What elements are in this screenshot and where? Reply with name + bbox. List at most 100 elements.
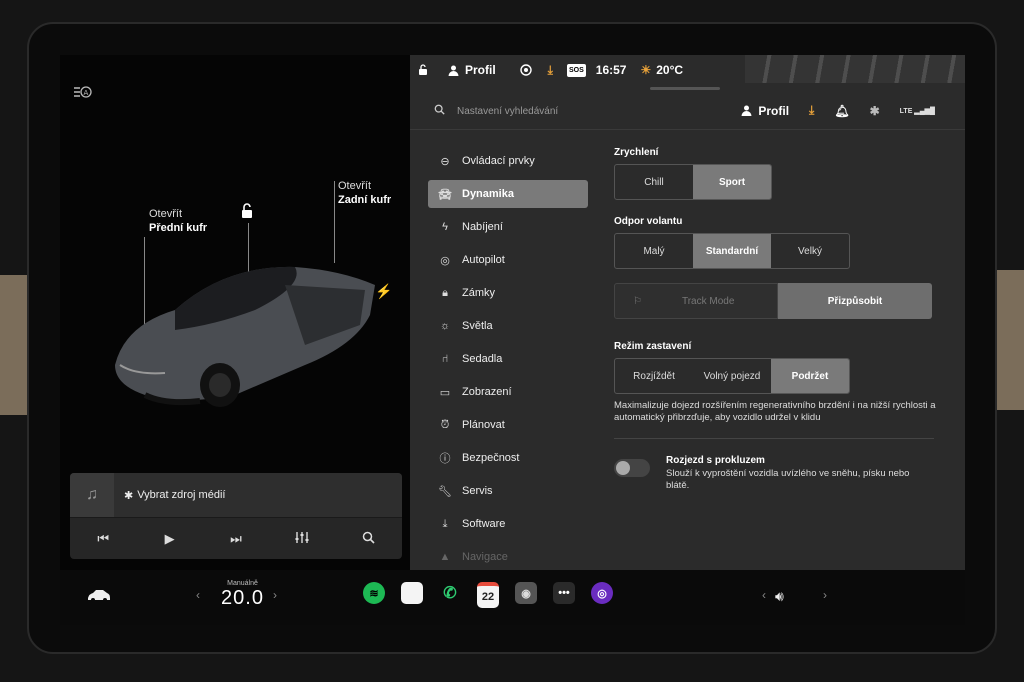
alarm-icon: ⏰︎	[440, 418, 450, 431]
lte-signal-icon: LTE ▂▄▆█	[899, 107, 935, 115]
bottom-dock: ‹ Manuálně 20.0 › ≋ ✆ 22 ◉ ••• ◎ ‹ 🔊︎ ›	[60, 570, 965, 625]
volume-down-icon[interactable]: ‹	[762, 588, 766, 602]
download-icon: ⤓	[442, 517, 448, 530]
lock-icon: 🔒︎	[442, 286, 448, 299]
notes-icon[interactable]	[401, 582, 423, 604]
track-mode-row: ⚐ Track Mode Přizpůsobit	[614, 283, 944, 319]
volume-icon[interactable]: 🔊︎	[775, 588, 784, 605]
play-icon[interactable]: ▶	[150, 531, 190, 547]
slip-start-description: Slouží k vyproštění vozidla uvízlého ve …	[666, 468, 910, 491]
acceleration-selector: Chill Sport	[614, 164, 772, 200]
profile-icon	[741, 105, 752, 116]
header-profile[interactable]: Profil	[741, 104, 789, 118]
svg-text:A: A	[84, 89, 89, 97]
download-icon[interactable]: ⤓	[809, 103, 814, 118]
stopping-mode-selector: Rozjíždět Volný pojezd Podržet	[614, 358, 850, 394]
dynamics-settings: Zrychlení Chill Sport Odpor volantu Malý…	[614, 147, 944, 492]
download-status-icon[interactable]: ⤓	[548, 63, 553, 78]
volume-up-icon[interactable]: ›	[823, 588, 827, 602]
phone-icon[interactable]: ✆	[439, 582, 461, 604]
steering-option-heavy[interactable]: Velký	[771, 234, 849, 268]
profile-icon	[448, 65, 459, 76]
car-icon[interactable]	[86, 587, 112, 608]
temp-increase-icon[interactable]: ›	[273, 588, 277, 602]
menu-item-charging[interactable]: ϟ Nabíjení	[428, 213, 588, 241]
info-icon: ⓘ	[439, 453, 451, 465]
menu-item-schedule[interactable]: ⏰︎ Plánovat	[428, 411, 588, 439]
trunk-callout-line	[334, 181, 335, 263]
menu-item-dynamics[interactable]: 🚘︎ Dynamika	[428, 180, 588, 208]
track-mode-customize-button[interactable]: Přizpůsobit	[778, 283, 932, 319]
settings-search-row: Nastavení vyhledávání Profil ⤓ 🔔︎ ✱ LTE …	[410, 93, 965, 130]
bluetooth-icon: ✱	[124, 489, 134, 502]
previous-icon[interactable]: ⏮	[83, 531, 123, 547]
stopping-option-roll[interactable]: Volný pojezd	[693, 359, 771, 393]
equalizer-icon[interactable]	[282, 531, 322, 547]
status-time: 16:57	[595, 63, 627, 77]
media-search-icon[interactable]	[349, 531, 389, 547]
unlock-status-icon[interactable]	[418, 64, 430, 76]
car-model-image	[115, 266, 375, 407]
stopping-option-creep[interactable]: Rozjíždět	[615, 359, 693, 393]
frunk-callout[interactable]: Otevřít Přední kufr	[149, 207, 207, 235]
menu-item-safety[interactable]: ⓘ Bezpečnost	[428, 444, 588, 472]
camera-icon[interactable]: ◉	[515, 582, 537, 604]
dashboard-wood-right	[996, 270, 1024, 410]
unlock-icon[interactable]	[240, 203, 256, 219]
flag-icon: ⚐	[633, 295, 642, 307]
steering-option-standard[interactable]: Standardní	[693, 234, 771, 268]
status-temperature: 20°C	[656, 63, 684, 77]
wrench-icon: 🔧︎	[438, 485, 452, 498]
navigation-icon: ▲	[439, 551, 451, 563]
menu-item-controls[interactable]: ⊖ Ovládací prvky	[428, 147, 588, 175]
notification-bell-icon[interactable]: 🔔︎	[834, 104, 849, 118]
sun-icon: ☀	[640, 63, 652, 77]
slip-start-toggle[interactable]	[614, 459, 650, 477]
sos-icon[interactable]: SOS	[566, 63, 586, 77]
slip-start-label: Rozjezd s prokluzem	[666, 455, 765, 466]
acceleration-label: Zrychlení	[614, 147, 659, 158]
calendar-icon[interactable]: 22	[477, 582, 499, 608]
target-icon[interactable]	[519, 64, 532, 76]
frunk-label: Přední kufr	[149, 222, 208, 234]
status-profile[interactable]: Profil	[448, 63, 496, 77]
auto-headlights-icon[interactable]: A	[72, 85, 94, 103]
section-divider	[614, 438, 934, 439]
climate-mode-label: Manuálně	[227, 580, 258, 587]
menu-item-seats[interactable]: ⑁ Sedadla	[428, 345, 588, 373]
touchscreen: A Otevřít Přední kufr Otevřít Zadní kufr…	[60, 55, 965, 625]
panel-grabber[interactable]	[650, 87, 720, 90]
acceleration-option-sport[interactable]: Sport	[693, 165, 771, 199]
more-icon[interactable]: •••	[553, 582, 575, 604]
steering-label: Odpor volantu	[614, 216, 683, 227]
menu-item-software[interactable]: ⤓ Software	[428, 510, 588, 538]
menu-item-locks[interactable]: 🔒︎ Zámky	[428, 279, 588, 307]
toybox-icon[interactable]: ◎	[591, 582, 613, 604]
menu-item-autopilot[interactable]: ◎ Autopilot	[428, 246, 588, 274]
steering-selector: Malý Standardní Velký	[614, 233, 850, 269]
stopping-option-hold[interactable]: Podržet	[771, 359, 849, 393]
display-icon: ▭	[439, 386, 451, 399]
next-icon[interactable]: ⏭	[216, 531, 256, 547]
car-icon: 🚘︎	[438, 188, 452, 201]
menu-item-navigation[interactable]: ▲ Navigace	[428, 543, 588, 571]
bluetooth-icon[interactable]: ✱	[870, 104, 880, 118]
media-source-row[interactable]: ♫ ✱ Vybrat zdroj médií	[70, 473, 402, 517]
menu-item-display[interactable]: ▭ Zobrazení	[428, 378, 588, 406]
track-mode-button[interactable]: ⚐ Track Mode	[614, 283, 778, 319]
trunk-action: Otevřít	[338, 180, 372, 192]
stopping-mode-description: Maximalizuje dojezd rozšířením regenerat…	[614, 400, 936, 423]
menu-item-lights[interactable]: ☼ Světla	[428, 312, 588, 340]
dashboard-wood-left	[0, 275, 30, 415]
seat-icon: ⑁	[441, 353, 449, 365]
trunk-callout[interactable]: Otevřít Zadní kufr	[338, 179, 391, 207]
steering-option-light[interactable]: Malý	[615, 234, 693, 268]
settings-menu: ⊖ Ovládací prvky 🚘︎ Dynamika ϟ Nabíjení …	[428, 147, 588, 576]
acceleration-option-chill[interactable]: Chill	[615, 165, 693, 199]
spotify-icon[interactable]: ≋	[363, 582, 385, 604]
search-icon[interactable]	[434, 104, 445, 118]
menu-item-service[interactable]: 🔧︎ Servis	[428, 477, 588, 505]
sun-icon: ☼	[439, 320, 451, 332]
media-controls: ⏮ ▶ ⏭	[70, 517, 402, 559]
search-input[interactable]: Nastavení vyhledávání	[457, 106, 558, 117]
